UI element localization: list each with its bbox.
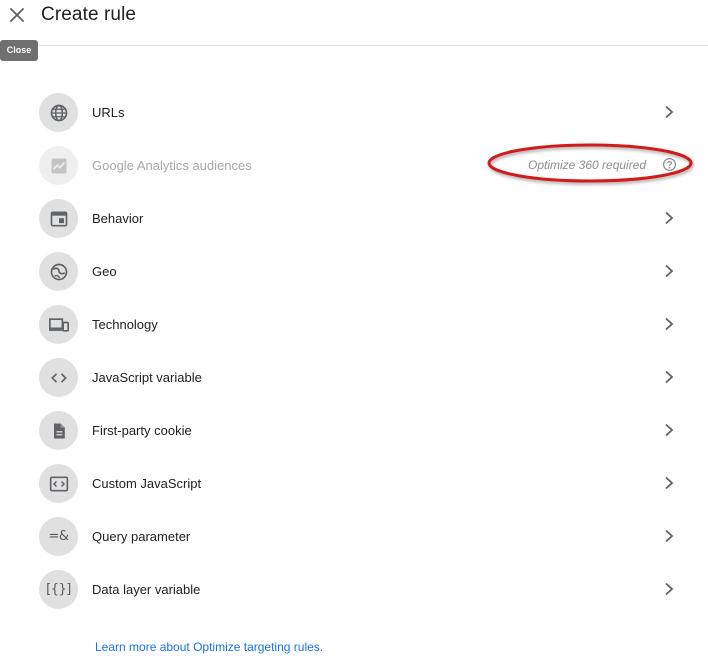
chevron-right-icon bbox=[665, 582, 674, 596]
devices-icon bbox=[39, 305, 78, 344]
rule-label: Technology bbox=[92, 317, 158, 332]
help-icon[interactable] bbox=[662, 157, 677, 172]
rule-type-list: URLs Google Analytics audiences Optimize… bbox=[0, 86, 708, 616]
globe-icon bbox=[39, 93, 78, 132]
code-brackets-icon bbox=[39, 358, 78, 397]
rule-item-javascript-variable[interactable]: JavaScript variable bbox=[0, 351, 708, 404]
query-parameter-glyph: =& bbox=[48, 529, 69, 544]
browser-window-icon bbox=[39, 199, 78, 238]
data-layer-glyph: [{}] bbox=[46, 582, 71, 597]
rule-item-google-analytics-audiences: Google Analytics audiences Optimize 360 … bbox=[0, 139, 708, 192]
earth-icon bbox=[39, 252, 78, 291]
close-tooltip: Close bbox=[0, 40, 38, 61]
chevron-right-icon bbox=[665, 370, 674, 384]
learn-more-link[interactable]: Learn more about Optimize targeting rule… bbox=[95, 639, 323, 655]
rule-item-technology[interactable]: Technology bbox=[0, 298, 708, 351]
close-button[interactable] bbox=[6, 4, 28, 26]
dialog-title: Create rule bbox=[41, 4, 137, 25]
chevron-right-icon bbox=[665, 423, 674, 437]
query-parameter-icon: =& bbox=[39, 517, 78, 556]
chevron-right-icon bbox=[665, 476, 674, 490]
chevron-right-icon bbox=[665, 529, 674, 543]
rule-label: Geo bbox=[92, 264, 117, 279]
create-rule-dialog: Create rule Close URLs Google Analytics … bbox=[0, 0, 708, 671]
rule-label: Custom JavaScript bbox=[92, 476, 202, 491]
rule-item-behavior[interactable]: Behavior bbox=[0, 192, 708, 245]
chevron-right-icon bbox=[665, 105, 674, 119]
rule-item-first-party-cookie[interactable]: First-party cookie bbox=[0, 404, 708, 457]
rule-label: Behavior bbox=[92, 211, 144, 226]
data-layer-icon: [{}] bbox=[39, 570, 78, 609]
close-icon bbox=[9, 7, 25, 23]
rule-item-data-layer-variable[interactable]: [{}] Data layer variable bbox=[0, 563, 708, 616]
analytics-chart-icon bbox=[39, 146, 78, 185]
rule-item-custom-javascript[interactable]: Custom JavaScript bbox=[0, 457, 708, 510]
rule-item-query-parameter[interactable]: =& Query parameter bbox=[0, 510, 708, 563]
document-icon bbox=[39, 411, 78, 450]
chevron-right-icon bbox=[665, 211, 674, 225]
rule-item-urls[interactable]: URLs bbox=[0, 86, 708, 139]
custom-code-icon bbox=[39, 464, 78, 503]
chevron-right-icon bbox=[665, 317, 674, 331]
rule-label: First-party cookie bbox=[92, 423, 192, 438]
rule-label: JavaScript variable bbox=[92, 370, 202, 385]
rule-label: Google Analytics audiences bbox=[92, 158, 252, 173]
rule-label: Query parameter bbox=[92, 529, 191, 544]
chevron-right-icon bbox=[665, 264, 674, 278]
dialog-header: Create rule bbox=[0, 0, 708, 46]
rule-item-geo[interactable]: Geo bbox=[0, 245, 708, 298]
rule-label: URLs bbox=[92, 105, 125, 120]
optimize-360-required-note: Optimize 360 required bbox=[528, 158, 647, 172]
rule-label: Data layer variable bbox=[92, 582, 201, 597]
